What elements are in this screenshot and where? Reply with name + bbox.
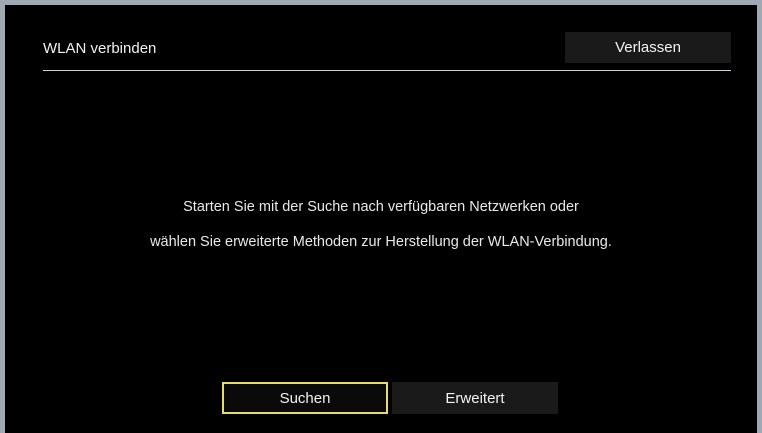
action-button-group: Suchen Erweitert	[222, 382, 562, 414]
advanced-button[interactable]: Erweitert	[392, 382, 558, 414]
dialog-header: WLAN verbinden Verlassen	[43, 29, 731, 71]
instruction-text-line-1: Starten Sie mit der Suche nach verfügbar…	[183, 199, 579, 215]
search-button[interactable]: Suchen	[222, 382, 388, 414]
dialog-title: WLAN verbinden	[43, 40, 157, 57]
wlan-connect-screen: WLAN verbinden Verlassen Starten Sie mit…	[5, 5, 757, 433]
exit-button[interactable]: Verlassen	[565, 32, 731, 63]
instruction-text-line-2: wählen Sie erweiterte Methoden zur Herst…	[150, 234, 612, 250]
